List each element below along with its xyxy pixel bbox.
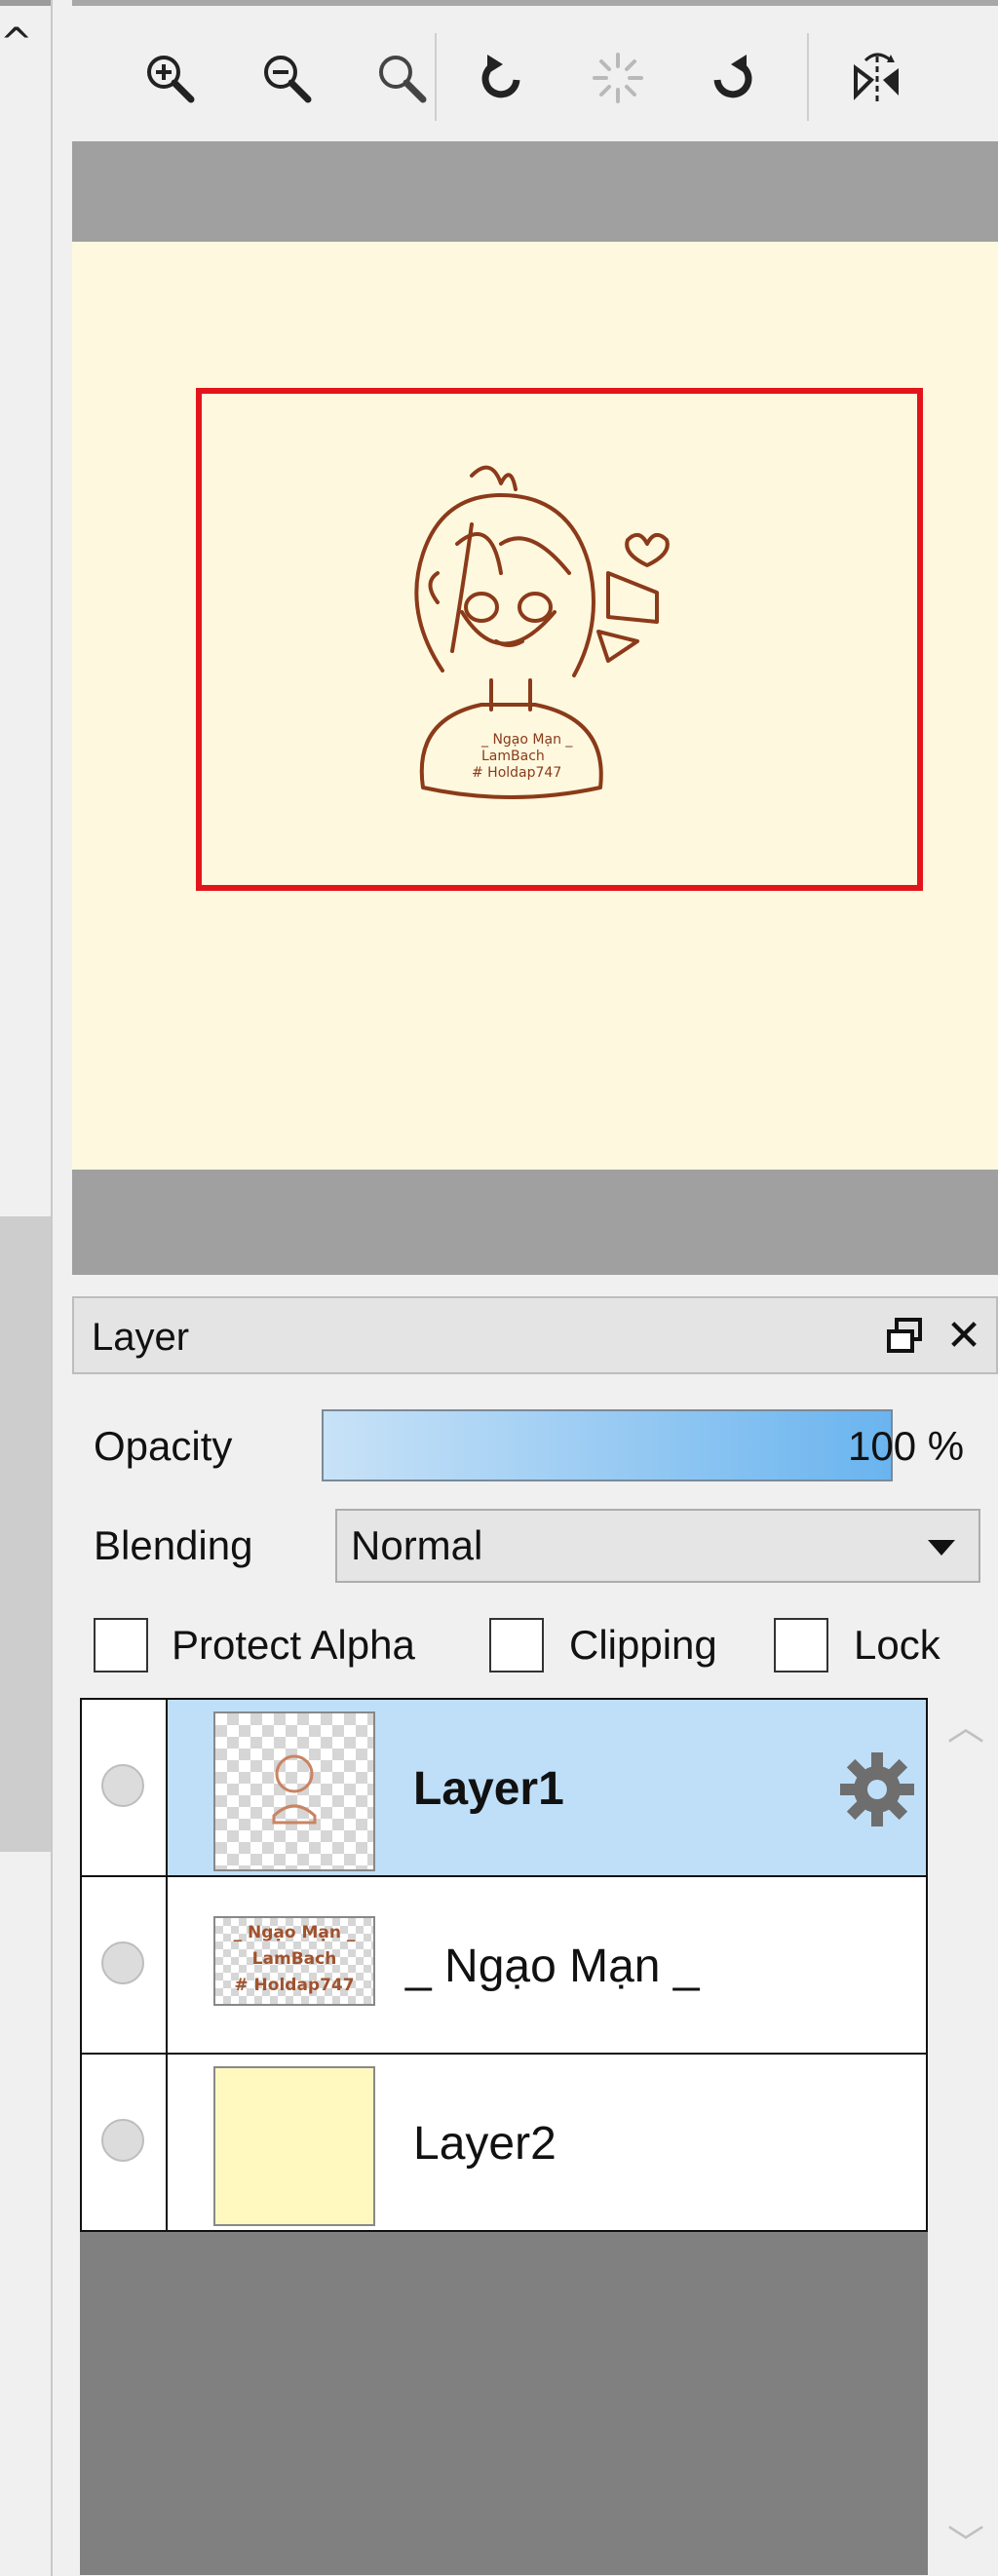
chevron-up-icon[interactable]: ^ (0, 23, 33, 62)
visibility-dot-icon (101, 2119, 144, 2162)
zoom-out-icon (264, 56, 312, 103)
dock-top-edge (0, 0, 51, 6)
close-icon[interactable]: ✕ (940, 1312, 988, 1361)
flip-horizontal-button[interactable] (838, 39, 916, 117)
layer-list-scrollbar[interactable]: ︿ ﹀ (934, 1698, 998, 2575)
dock-divider (51, 0, 53, 2576)
layer-thumbnail: _ Ngạo Mạn _ LamBach # Holdap747 (213, 1916, 375, 2006)
left-dock-column: ^ (0, 0, 68, 2576)
layer-panel-titlebar[interactable]: Layer ✕ (72, 1296, 998, 1374)
gear-icon[interactable] (836, 1749, 918, 1830)
float-window-icon[interactable] (885, 1316, 928, 1359)
rotate-right-button[interactable] (694, 39, 772, 117)
svg-text:# Holdap747: # Holdap747 (472, 765, 561, 781)
protect-alpha-checkbox[interactable] (94, 1618, 148, 1672)
reset-rotation-button[interactable] (579, 39, 657, 117)
layer-row-layer1[interactable]: Layer1 (80, 1698, 928, 1877)
rotate-left-icon (481, 55, 520, 98)
layer-name: Layer2 (413, 2118, 557, 2170)
clipping-label: Clipping (569, 1622, 717, 1668)
visibility-toggle[interactable] (82, 1877, 168, 2053)
navigator-preview[interactable]: _ Ngạo Mạn _ LamBach # Holdap747 (72, 141, 998, 1275)
svg-text:_ Ngạo Mạn _: _ Ngạo Mạn _ (480, 732, 573, 748)
visibility-toggle[interactable] (82, 2055, 168, 2230)
zoom-out-button[interactable] (248, 39, 326, 117)
sketch-thumbnail-image (272, 1754, 317, 1825)
blending-value: Normal (351, 1522, 483, 1568)
magnifier-icon (379, 56, 427, 103)
zoom-in-icon (147, 56, 195, 103)
dock-scrollbar-thumb[interactable] (0, 1216, 51, 1852)
layer-row-layer2[interactable]: Layer2 (80, 2053, 928, 2232)
visibility-toggle[interactable] (82, 1700, 168, 1875)
layer-list[interactable]: Layer1 _ Ngạo Mạn _ LamBach # Holdap747 … (80, 1698, 928, 2575)
lock-label: Lock (854, 1622, 940, 1668)
thumbnail-text-line: LamBach (251, 1949, 337, 1969)
flip-horizontal-icon (854, 53, 899, 103)
toolbar-top-edge (72, 0, 998, 6)
layer-row-ngao-man[interactable]: _ Ngạo Mạn _ LamBach # Holdap747 _ Ngạo … (80, 1875, 928, 2055)
chevron-up-icon[interactable]: ︿ (943, 1708, 988, 1747)
opacity-label: Opacity (94, 1423, 233, 1469)
toolbar-separator (435, 33, 437, 121)
layer-thumbnail (213, 2066, 375, 2226)
layer-panel: Layer ✕ Opacity 100 % Blending Normal Pr… (72, 1296, 998, 2576)
opacity-slider[interactable] (322, 1409, 893, 1481)
opacity-value: 100 % (848, 1423, 965, 1469)
blending-label: Blending (94, 1522, 253, 1568)
chevron-down-icon[interactable]: ﹀ (943, 2524, 988, 2563)
rotate-right-icon (713, 55, 752, 98)
toolbar-separator (807, 33, 809, 121)
zoom-in-button[interactable] (131, 39, 209, 117)
panel-title: Layer (92, 1316, 190, 1359)
clipping-checkbox[interactable] (489, 1618, 544, 1672)
blending-select[interactable]: Normal (335, 1509, 980, 1583)
thumbnail-text-line: _ Ngạo Mạn _ (233, 1923, 356, 1942)
layer-name: _ Ngạo Mạn _ (405, 1941, 700, 1992)
layer-name: Layer1 (413, 1763, 564, 1815)
rotate-left-button[interactable] (462, 39, 540, 117)
thumbnail-text-line: # Holdap747 (234, 1976, 355, 1995)
chevron-down-icon (928, 1540, 955, 1556)
visibility-dot-icon (101, 1764, 144, 1807)
canvas-preview[interactable]: _ Ngạo Mạn _ LamBach # Holdap747 (72, 242, 998, 1170)
visibility-dot-icon (101, 1942, 144, 1984)
spinner-icon (593, 53, 643, 103)
zoom-fit-button[interactable] (363, 39, 441, 117)
svg-text:LamBach: LamBach (481, 749, 545, 764)
lock-checkbox[interactable] (774, 1618, 828, 1672)
navigator-toolbar (72, 0, 998, 141)
character-sketch-image: _ Ngạo Mạn _ LamBach # Holdap747 (414, 465, 670, 799)
protect-alpha-label: Protect Alpha (172, 1622, 415, 1668)
layer-thumbnail (213, 1711, 375, 1871)
